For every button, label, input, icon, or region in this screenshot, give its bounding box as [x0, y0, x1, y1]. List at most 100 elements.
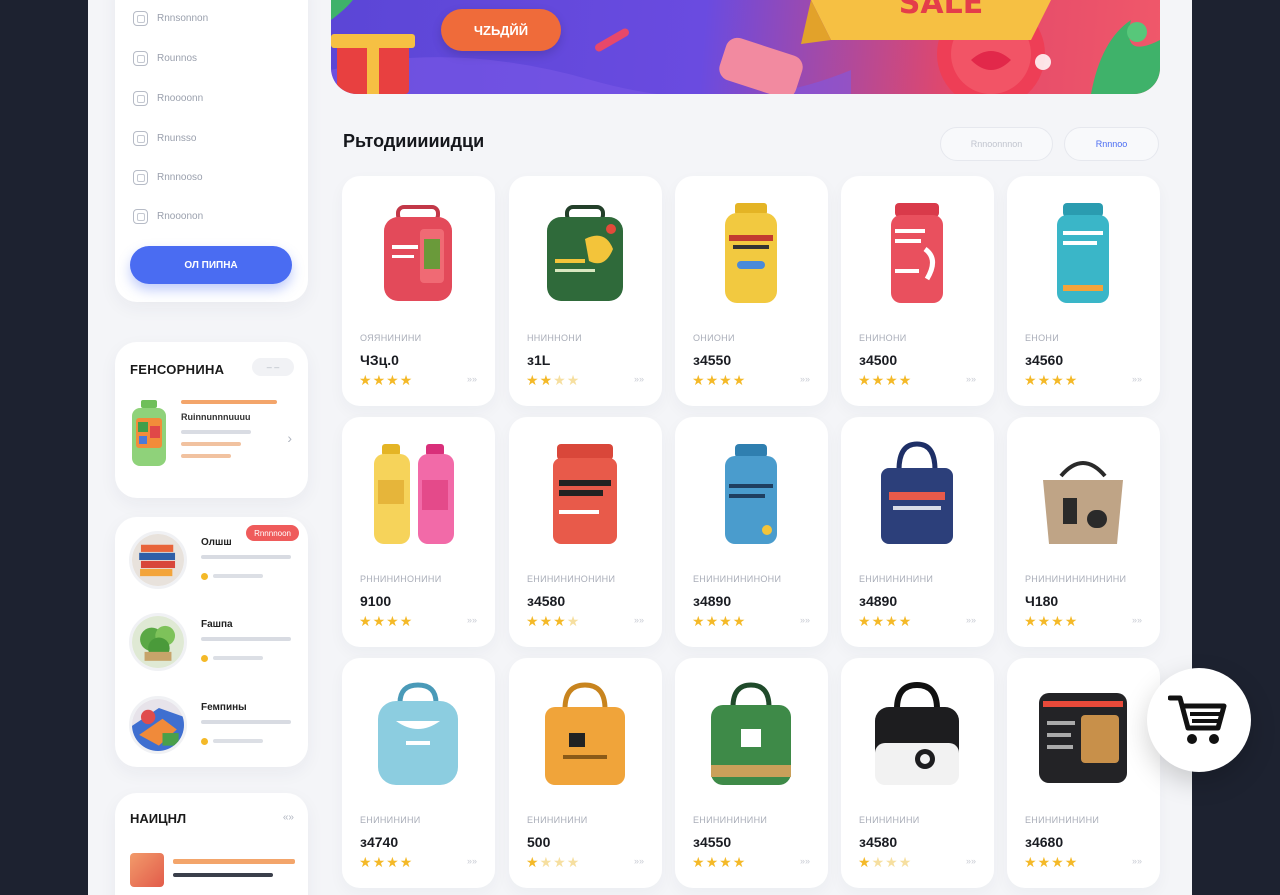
chevron-right-icon[interactable]: ›: [287, 430, 292, 446]
star-icon: ★: [553, 613, 567, 629]
more-icon[interactable]: »»: [800, 615, 810, 625]
lightblue-bag-image[interactable]: [368, 680, 468, 790]
dark-case-image[interactable]: [1033, 680, 1133, 790]
product-price: Ч180: [1025, 593, 1059, 609]
star-icon: ★: [359, 613, 373, 629]
news-title: НАИЦНЛ: [130, 811, 187, 826]
category-item[interactable]: Олшш Rnnnnoon: [129, 525, 299, 591]
more-icon[interactable]: »»: [800, 374, 810, 384]
more-icon[interactable]: »»: [1132, 856, 1142, 866]
sidebar-item-3[interactable]: Rnoooonn: [133, 88, 203, 108]
yellow-bottle-image[interactable]: [701, 198, 801, 308]
product-card[interactable]: ННИННОНИ з1L ★★★★»»: [509, 176, 662, 406]
product-name: ОНИОНИ: [693, 333, 735, 343]
product-card[interactable]: ОНИОНИ з4550 ★★★★»»: [675, 176, 828, 406]
favorite-line: [181, 454, 231, 458]
product-price: ЧЗц.0: [360, 352, 399, 368]
two-bottles-image[interactable]: [368, 439, 468, 549]
product-card[interactable]: ЕНИНОНИ з4500 ★★★★»»: [841, 176, 994, 406]
red-backpack-image[interactable]: [368, 198, 468, 308]
sidebar-item-4[interactable]: Rnunsso: [133, 128, 196, 148]
favorites-card: FЕНСОРНИНА – – Ruinnunnnuuuu ›: [115, 342, 308, 498]
category-description: [201, 720, 291, 724]
favorite-line: [181, 400, 277, 404]
sidebar-item-label: Rnnsonnon: [157, 12, 209, 24]
primary-button[interactable]: ОЛ ПИПНА: [130, 246, 292, 284]
product-card[interactable]: РННИНИНОНИНИ 9100 ★★★★»»: [342, 417, 495, 647]
red-container-image[interactable]: [535, 439, 635, 549]
green-bag-image[interactable]: [701, 680, 801, 790]
star-icon: ★: [705, 372, 720, 388]
more-icon[interactable]: »»: [966, 615, 976, 625]
product-name: ЕНОНИ: [1025, 333, 1059, 343]
product-card[interactable]: ЕНИНИНИНИ 500 ★★★★»»: [509, 658, 662, 888]
filter-button[interactable]: Rnnoonnnon: [940, 127, 1053, 161]
star-icon: ★: [692, 854, 706, 870]
news-thumbnail[interactable]: [130, 853, 164, 887]
navy-tote-image[interactable]: [867, 439, 967, 549]
sidebar-item-label: Rnunsso: [157, 132, 197, 144]
more-icon[interactable]: »»: [467, 856, 477, 866]
product-card[interactable]: ЕНИНИНИНИНИ з4890 ★★★★»»: [841, 417, 994, 647]
product-rating: ★★★★: [692, 854, 746, 871]
black-bag-image[interactable]: [867, 680, 967, 790]
category-item[interactable]: Fемпины: [129, 696, 299, 756]
category-item[interactable]: Fашпа: [129, 613, 299, 673]
more-icon[interactable]: »»: [1132, 374, 1142, 384]
product-card[interactable]: ЕНИНИНИНИ з4740 ★★★★»»: [342, 658, 495, 888]
promo-banner[interactable]: ЧZЬДЙЙ SALЕ: [331, 0, 1160, 94]
product-card[interactable]: РНИНИНИНИНИНИНИ Ч180 ★★★★»»: [1007, 417, 1160, 647]
favorite-item[interactable]: Ruinnunnnuuuu: [181, 400, 291, 466]
product-card[interactable]: ЕНИНИНИНИНИ з4680 ★★★★»»: [1007, 658, 1160, 888]
banner-cta-button[interactable]: ЧZЬДЙЙ: [441, 9, 561, 51]
more-icon[interactable]: »»: [634, 856, 644, 866]
red-jar-image[interactable]: [867, 198, 967, 308]
star-icon: ★: [399, 372, 414, 388]
more-icon[interactable]: »»: [634, 615, 644, 625]
sidebar-item-2[interactable]: Rounnos: [133, 48, 197, 68]
teal-jar-image[interactable]: [1033, 198, 1133, 308]
sidebar-item-5[interactable]: Rnnnooso: [133, 167, 203, 187]
product-card[interactable]: ЕНИНИНИНОНИНИ з4580 ★★★★»»: [509, 417, 662, 647]
more-icon[interactable]: »»: [966, 374, 976, 384]
woven-basket-image[interactable]: [1033, 439, 1133, 549]
favorite-item-title: Ruinnunnnuuuu: [181, 412, 251, 422]
more-icon[interactable]: »»: [1132, 615, 1142, 625]
star-icon: ★: [871, 854, 886, 870]
favorite-product-image[interactable]: [129, 400, 169, 468]
product-card[interactable]: ЕНИНИНИНИНОНИ з4890 ★★★★»»: [675, 417, 828, 647]
products-section-title: Рьтодииииидци: [343, 131, 485, 151]
product-rating: ★★★★: [359, 613, 413, 630]
green-backpack-image[interactable]: [535, 198, 635, 308]
star-icon: ★: [526, 854, 540, 870]
more-icon[interactable]: »»: [800, 856, 810, 866]
sidebar-item-label: Rounnos: [157, 52, 198, 64]
star-icon: ★: [372, 854, 387, 870]
star-icon: ★: [553, 854, 567, 870]
more-icon[interactable]: »»: [966, 856, 976, 866]
more-icon[interactable]: »»: [467, 374, 477, 384]
star-icon: ★: [898, 613, 913, 629]
favorite-line: [181, 430, 251, 434]
orange-tote-image[interactable]: [535, 680, 635, 790]
view-all-button[interactable]: Rnnnoo: [1064, 127, 1159, 161]
news-card: НАИЦНЛ «»: [115, 793, 308, 895]
sidebar-item-1[interactable]: Rnnsonnon: [133, 8, 208, 28]
favorites-toggle[interactable]: – –: [252, 358, 294, 376]
cart-button[interactable]: [1147, 668, 1251, 772]
product-card[interactable]: ОЯЯНИНИНИ ЧЗц.0 ★★★★»»: [342, 176, 495, 406]
product-card[interactable]: ЕНОНИ з4560 ★★★★»»: [1007, 176, 1160, 406]
more-icon[interactable]: »»: [467, 615, 477, 625]
star-icon: [201, 738, 208, 745]
product-rating: ★★★★: [1024, 854, 1078, 871]
product-price: з4580: [527, 593, 566, 609]
blue-bottle-image[interactable]: [701, 439, 801, 549]
more-icon[interactable]: »»: [634, 374, 644, 384]
category-thumbnail: [129, 696, 187, 754]
product-card[interactable]: ЕНИНИНИНИНИ з4550 ★★★★»»: [675, 658, 828, 888]
home-icon: [133, 10, 148, 26]
product-card[interactable]: ЕНИНИНИНИ з4580 ★★★★»»: [841, 658, 994, 888]
news-toggle[interactable]: «»: [283, 812, 294, 823]
product-price: 9100: [360, 593, 392, 609]
sidebar-item-6[interactable]: Rnooonon: [133, 206, 203, 226]
